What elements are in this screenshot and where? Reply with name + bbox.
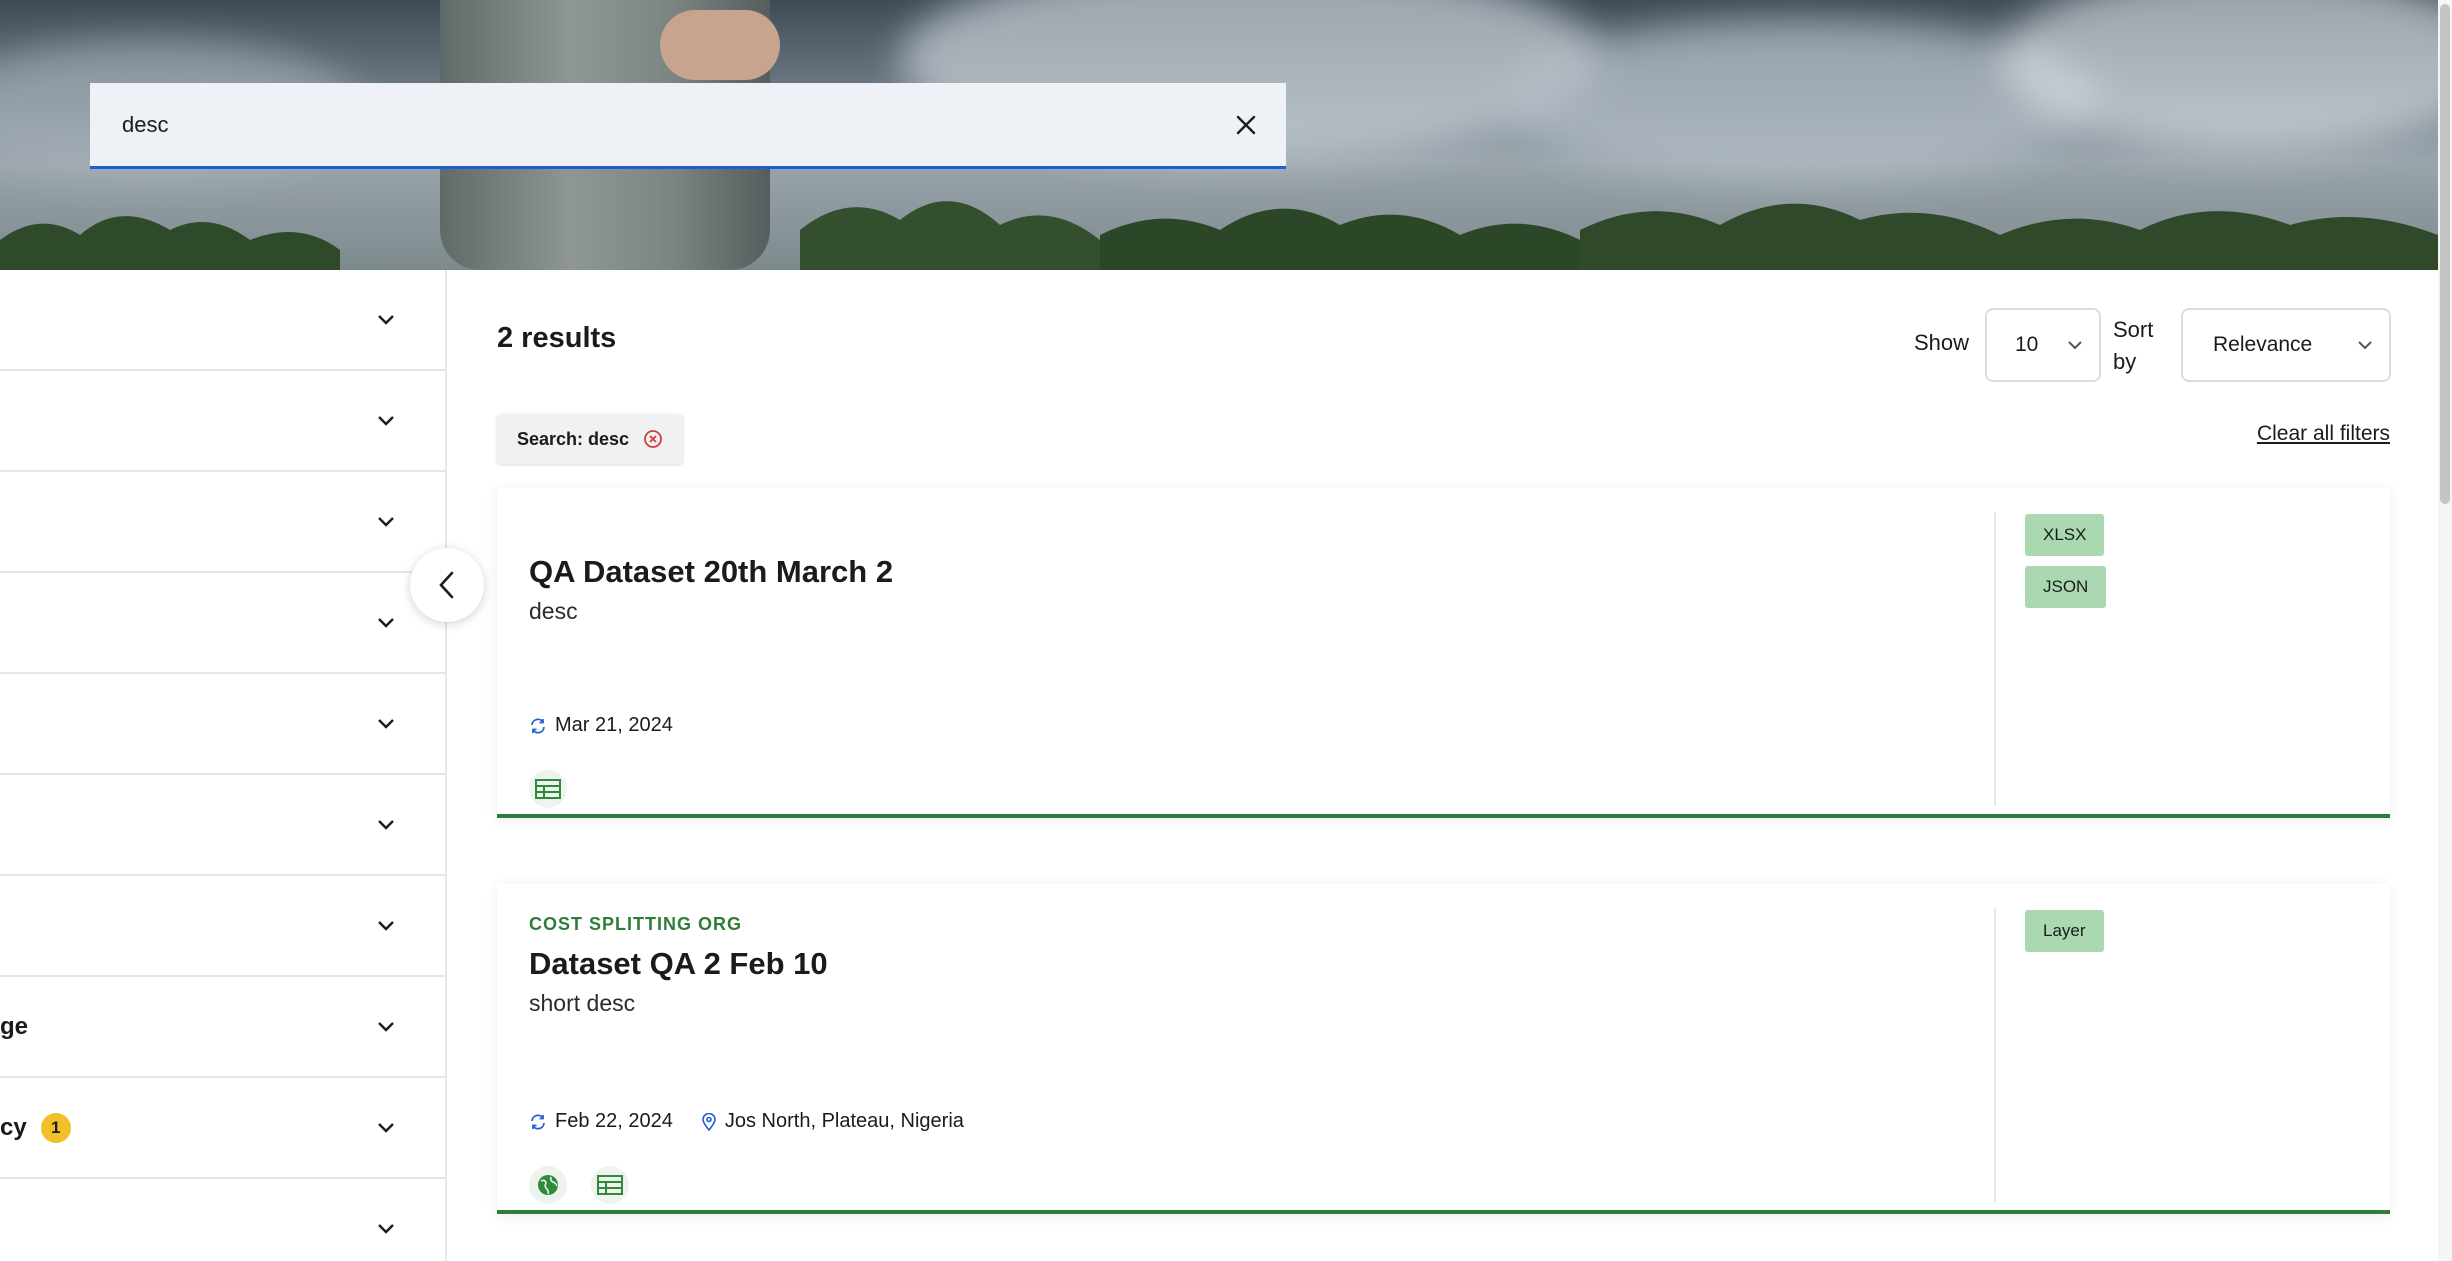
chevron-down-icon	[377, 718, 395, 730]
dataset-description: short desc	[529, 990, 636, 1016]
show-label: Show	[1914, 330, 1970, 355]
results-count: 2 results	[497, 322, 617, 354]
chevron-down-icon	[377, 415, 395, 427]
palm-trees	[0, 201, 2438, 270]
chevron-down-icon	[377, 1223, 395, 1235]
sort-label: Sort by	[2113, 317, 2154, 374]
sidebar-collapse-button[interactable]	[410, 548, 484, 622]
dataset-updated: Feb 22, 2024	[555, 1110, 673, 1132]
format-badge: JSON	[2025, 566, 2107, 608]
filter-accordion-9[interactable]: cy 1	[0, 1078, 445, 1179]
chevron-down-icon	[377, 617, 395, 629]
filter-accordion-2[interactable]	[0, 371, 445, 472]
globe-icon	[529, 1166, 567, 1204]
filter-accordion-7[interactable]	[0, 876, 445, 977]
filter-count-badge: 1	[40, 1112, 71, 1143]
dataset-type-icons	[529, 770, 567, 808]
search-input[interactable]	[90, 83, 1206, 166]
filter-label: cy	[0, 1113, 27, 1141]
dataset-title[interactable]: Dataset QA 2 Feb 10	[529, 946, 828, 982]
chevron-down-icon	[377, 314, 395, 326]
search-clear-button[interactable]	[1206, 83, 1286, 166]
dataset-type-icons	[529, 1166, 629, 1204]
filter-accordion-4[interactable]	[0, 573, 445, 674]
table-icon	[591, 1166, 629, 1204]
dataset-title[interactable]: QA Dataset 20th March 2	[529, 554, 893, 590]
format-badge: Layer	[2025, 910, 2104, 952]
page-size-select[interactable]: 10	[1985, 308, 2101, 382]
filter-accordion-1[interactable]	[0, 270, 445, 371]
chevron-down-icon	[2358, 341, 2372, 350]
chevron-down-icon	[2068, 341, 2082, 350]
hero-banner	[0, 0, 2438, 270]
filter-accordion-10[interactable]	[0, 1179, 445, 1261]
page-scrollbar[interactable]	[2438, 0, 2452, 1261]
refresh-icon	[531, 1113, 545, 1130]
sort-value: Relevance	[2213, 333, 2313, 356]
filter-accordion-3[interactable]	[0, 472, 445, 573]
sort-select[interactable]: Relevance	[2181, 308, 2391, 382]
search-box	[90, 83, 1286, 169]
filter-label-with-badge: cy 1	[0, 1112, 71, 1143]
dataset-meta: Feb 22, 2024 Jos North, Plateau, Nigeria	[529, 1110, 964, 1133]
filter-label: ge	[0, 1012, 29, 1040]
search-filter-chip[interactable]: Search: desc	[497, 414, 684, 464]
chevron-down-icon	[377, 1021, 395, 1033]
dataset-location: Jos North, Plateau, Nigeria	[724, 1110, 964, 1132]
clear-all-filters-link[interactable]: Clear all filters	[2257, 422, 2390, 446]
dataset-card-body: QA Dataset 20th March 2 desc Mar 21, 202…	[529, 488, 1929, 814]
dataset-card-body: COST SPLITTING ORG Dataset QA 2 Feb 10 s…	[529, 884, 1929, 1210]
table-icon	[529, 770, 567, 808]
filter-accordion-6[interactable]	[0, 775, 445, 876]
chevron-down-icon	[377, 1122, 395, 1134]
scrollbar-thumb[interactable]	[2440, 4, 2450, 504]
dataset-description: desc	[529, 598, 578, 624]
dataset-card[interactable]: COST SPLITTING ORG Dataset QA 2 Feb 10 s…	[497, 884, 2390, 1214]
filter-accordion-8[interactable]: ge	[0, 977, 445, 1078]
chevron-down-icon	[377, 819, 395, 831]
dataset-updated: Mar 21, 2024	[555, 714, 673, 736]
filter-sidebar: ge cy 1	[0, 270, 447, 1261]
format-badges: XLSX JSON	[2025, 514, 2107, 608]
chevron-down-icon	[377, 516, 395, 528]
card-divider	[1994, 908, 1996, 1202]
card-divider	[1994, 512, 1996, 806]
location-pin-icon	[702, 1112, 716, 1131]
format-badge: XLSX	[2025, 514, 2105, 556]
dataset-card[interactable]: QA Dataset 20th March 2 desc Mar 21, 202…	[497, 488, 2390, 818]
chevron-down-icon	[377, 920, 395, 932]
chevron-left-icon	[439, 571, 454, 599]
filter-accordion-5[interactable]	[0, 674, 445, 775]
refresh-icon	[531, 717, 545, 734]
format-badges: Layer	[2025, 910, 2104, 952]
chip-label: Search: desc	[517, 428, 630, 449]
dataset-meta: Mar 21, 2024	[529, 714, 673, 737]
remove-circle-icon[interactable]	[643, 429, 663, 449]
page-size-value: 10	[2015, 333, 2039, 356]
dataset-organization[interactable]: COST SPLITTING ORG	[529, 914, 742, 935]
close-icon	[1236, 115, 1256, 134]
